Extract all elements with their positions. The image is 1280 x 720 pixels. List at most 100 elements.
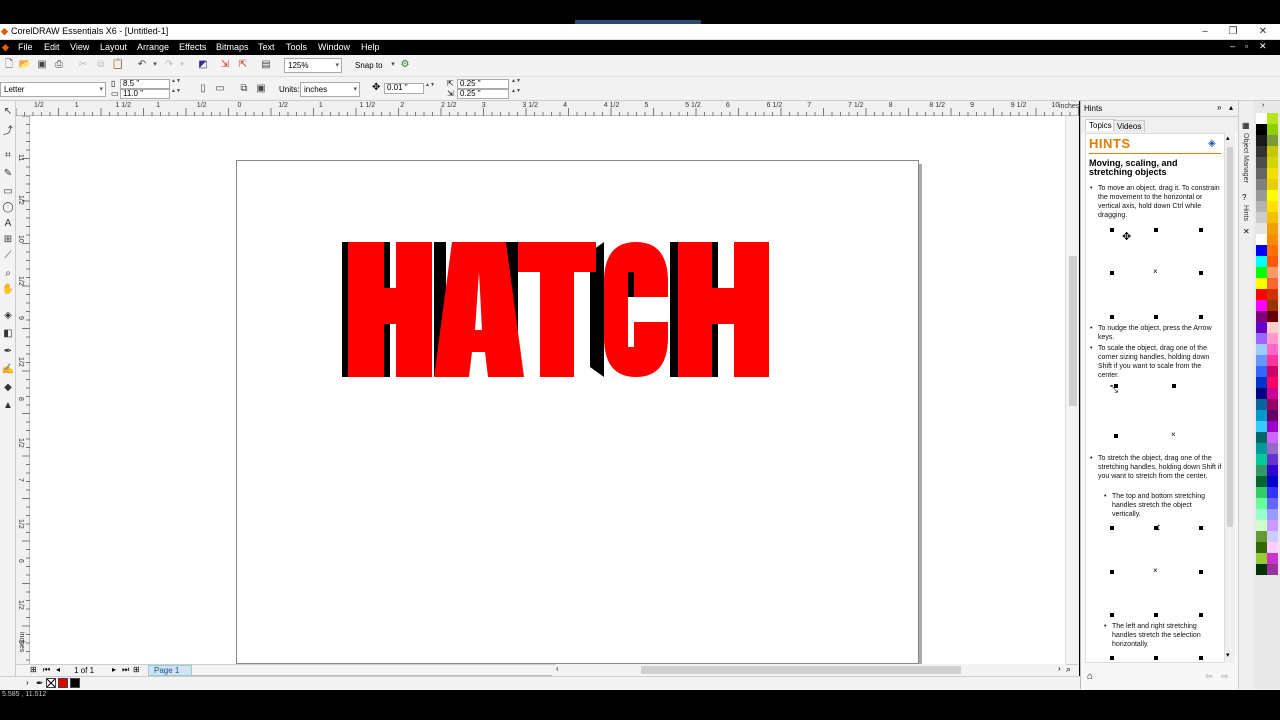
copy-icon[interactable]: ⧉ (94, 58, 108, 72)
palette-swatch[interactable] (1256, 289, 1267, 300)
home-icon[interactable]: ⌂ (1087, 671, 1093, 682)
eyedropper-icon[interactable]: ✒ (36, 678, 44, 689)
redo-icon[interactable]: ↷ (162, 58, 176, 72)
palette-swatch[interactable] (1256, 245, 1267, 256)
freehand-tool-icon[interactable]: ✎ (1, 167, 15, 181)
fill-color-swatch[interactable] (58, 678, 68, 688)
nudge-distance-field[interactable]: 0.01 " (384, 83, 424, 94)
page-size-select[interactable]: Letter ▾ (0, 82, 106, 97)
scroll-down-icon[interactable]: ▾ (1226, 651, 1230, 659)
undo-dropdown-icon[interactable]: ▾ (148, 58, 162, 72)
palette-swatch[interactable] (1267, 300, 1278, 311)
vertical-scrollbar[interactable] (1065, 116, 1079, 664)
palette-swatch[interactable] (1267, 509, 1278, 520)
palette-swatch[interactable] (1267, 388, 1278, 399)
palette-swatch[interactable] (1267, 564, 1278, 575)
last-page-icon[interactable]: ⏭ (122, 665, 129, 675)
import-icon[interactable]: ⇲ (218, 58, 232, 72)
current-page-icon[interactable]: ▣ (254, 82, 268, 96)
palette-swatch[interactable] (1267, 168, 1278, 179)
height-spinner[interactable]: ▲▼ (171, 89, 181, 99)
palette-swatch[interactable] (1256, 157, 1267, 168)
menu-tools[interactable]: Tools (286, 42, 307, 52)
palette-swatch[interactable] (1256, 520, 1267, 531)
palette-swatch[interactable] (1267, 553, 1278, 564)
palette-swatch[interactable] (1256, 300, 1267, 311)
scroll-up-icon[interactable]: ▴ (1226, 134, 1230, 142)
new-document-icon[interactable]: 🗋 (2, 58, 16, 72)
shape-tool-icon[interactable]: ⤴ (1, 125, 15, 139)
palette-swatch[interactable] (1267, 179, 1278, 190)
palette-swatch[interactable] (1256, 256, 1267, 267)
palette-swatch[interactable] (1256, 399, 1267, 410)
minimize-button[interactable]: – (1190, 25, 1220, 39)
palette-swatch[interactable] (1256, 267, 1267, 278)
palette-swatch[interactable] (1267, 190, 1278, 201)
palette-scroll-up-icon[interactable]: › (1262, 102, 1264, 109)
doc-restore-button[interactable]: ▫ (1245, 41, 1248, 51)
palette-swatch[interactable] (1267, 465, 1278, 476)
palette-scroll-icon[interactable]: › (26, 678, 29, 687)
page-tab[interactable]: Page 1 (148, 665, 192, 676)
palette-swatch[interactable] (1256, 388, 1267, 399)
palette-swatch[interactable] (1256, 146, 1267, 157)
palette-swatch[interactable] (1256, 355, 1267, 366)
menu-view[interactable]: View (70, 42, 89, 52)
palette-swatch[interactable] (1267, 311, 1278, 322)
palette-swatch[interactable] (1267, 245, 1278, 256)
export-icon[interactable]: ⇱ (236, 58, 250, 72)
print-icon[interactable]: ⎙ (52, 58, 66, 72)
dimension-tool-icon[interactable]: ⟋ (1, 249, 15, 263)
tab-hints[interactable]: Hints (1242, 205, 1249, 221)
doc-close-button[interactable]: ✕ (1259, 41, 1267, 52)
options-icon[interactable]: ⚙ (398, 58, 412, 72)
page-width-field[interactable]: 8.5 " (120, 79, 170, 89)
previous-page-icon[interactable]: ◂ (56, 665, 60, 674)
duplicate-y-spinner[interactable]: ▲▼ (511, 89, 521, 99)
back-icon[interactable]: ⇦ (1205, 671, 1213, 682)
menu-edit[interactable]: Edit (44, 42, 60, 52)
palette-swatch[interactable] (1256, 487, 1267, 498)
palette-swatch[interactable] (1256, 476, 1267, 487)
first-page-icon[interactable]: ⏮ (43, 665, 50, 675)
landscape-icon[interactable]: ▭ (213, 82, 227, 96)
palette-swatch[interactable] (1256, 564, 1267, 575)
palette-swatch[interactable] (1267, 520, 1278, 531)
nudge-spinner[interactable]: ▲▼ (425, 83, 435, 93)
palette-swatch[interactable] (1256, 454, 1267, 465)
palette-swatch[interactable] (1267, 487, 1278, 498)
menu-arrange[interactable]: Arrange (137, 42, 169, 52)
scroll-left-icon[interactable]: ‹ (556, 664, 559, 673)
undo-icon[interactable]: ↶ (135, 58, 149, 72)
palette-swatch[interactable] (1256, 333, 1267, 344)
palette-swatch[interactable] (1256, 498, 1267, 509)
outline-color-swatch[interactable] (70, 678, 80, 688)
vertical-ruler[interactable]: 11 1/2 10 1/2 9 1/2 8 1/2 7 1/2 6 1/2 5 inches (16, 116, 30, 664)
palette-swatch[interactable] (1256, 410, 1267, 421)
drop-shadow-icon[interactable]: ◧ (1, 327, 15, 341)
page-height-field[interactable]: 11.0 " (120, 89, 170, 99)
search-content-icon[interactable]: ◩ (196, 58, 210, 72)
docker-expand-icon[interactable]: » (1217, 103, 1221, 112)
palette-swatch[interactable] (1256, 531, 1267, 542)
palette-swatch[interactable] (1267, 212, 1278, 223)
save-icon[interactable]: ▣ (35, 58, 49, 72)
eyedropper-icon[interactable]: ✒ (1, 345, 15, 359)
palette-swatch[interactable] (1267, 333, 1278, 344)
palette-swatch[interactable] (1256, 553, 1267, 564)
palette-swatch[interactable] (1267, 201, 1278, 212)
hatch-artwork[interactable] (342, 242, 772, 382)
paste-icon[interactable]: 📋 (111, 58, 125, 72)
menu-bitmaps[interactable]: Bitmaps (216, 42, 249, 52)
palette-swatch[interactable] (1256, 223, 1267, 234)
scrollbar-thumb[interactable] (1069, 256, 1077, 406)
hints-book-icon[interactable]: ◈ (1208, 138, 1216, 149)
palette-swatch[interactable] (1267, 531, 1278, 542)
palette-swatch[interactable] (1256, 190, 1267, 201)
palette-swatch[interactable] (1256, 113, 1267, 124)
horizontal-scrollbar[interactable]: ‹ › (556, 664, 1066, 676)
application-launcher-icon[interactable]: ▤ (259, 58, 273, 72)
ellipse-tool-icon[interactable]: ◯ (1, 201, 15, 215)
palette-swatch[interactable] (1256, 234, 1267, 245)
palette-swatch[interactable] (1267, 113, 1278, 124)
